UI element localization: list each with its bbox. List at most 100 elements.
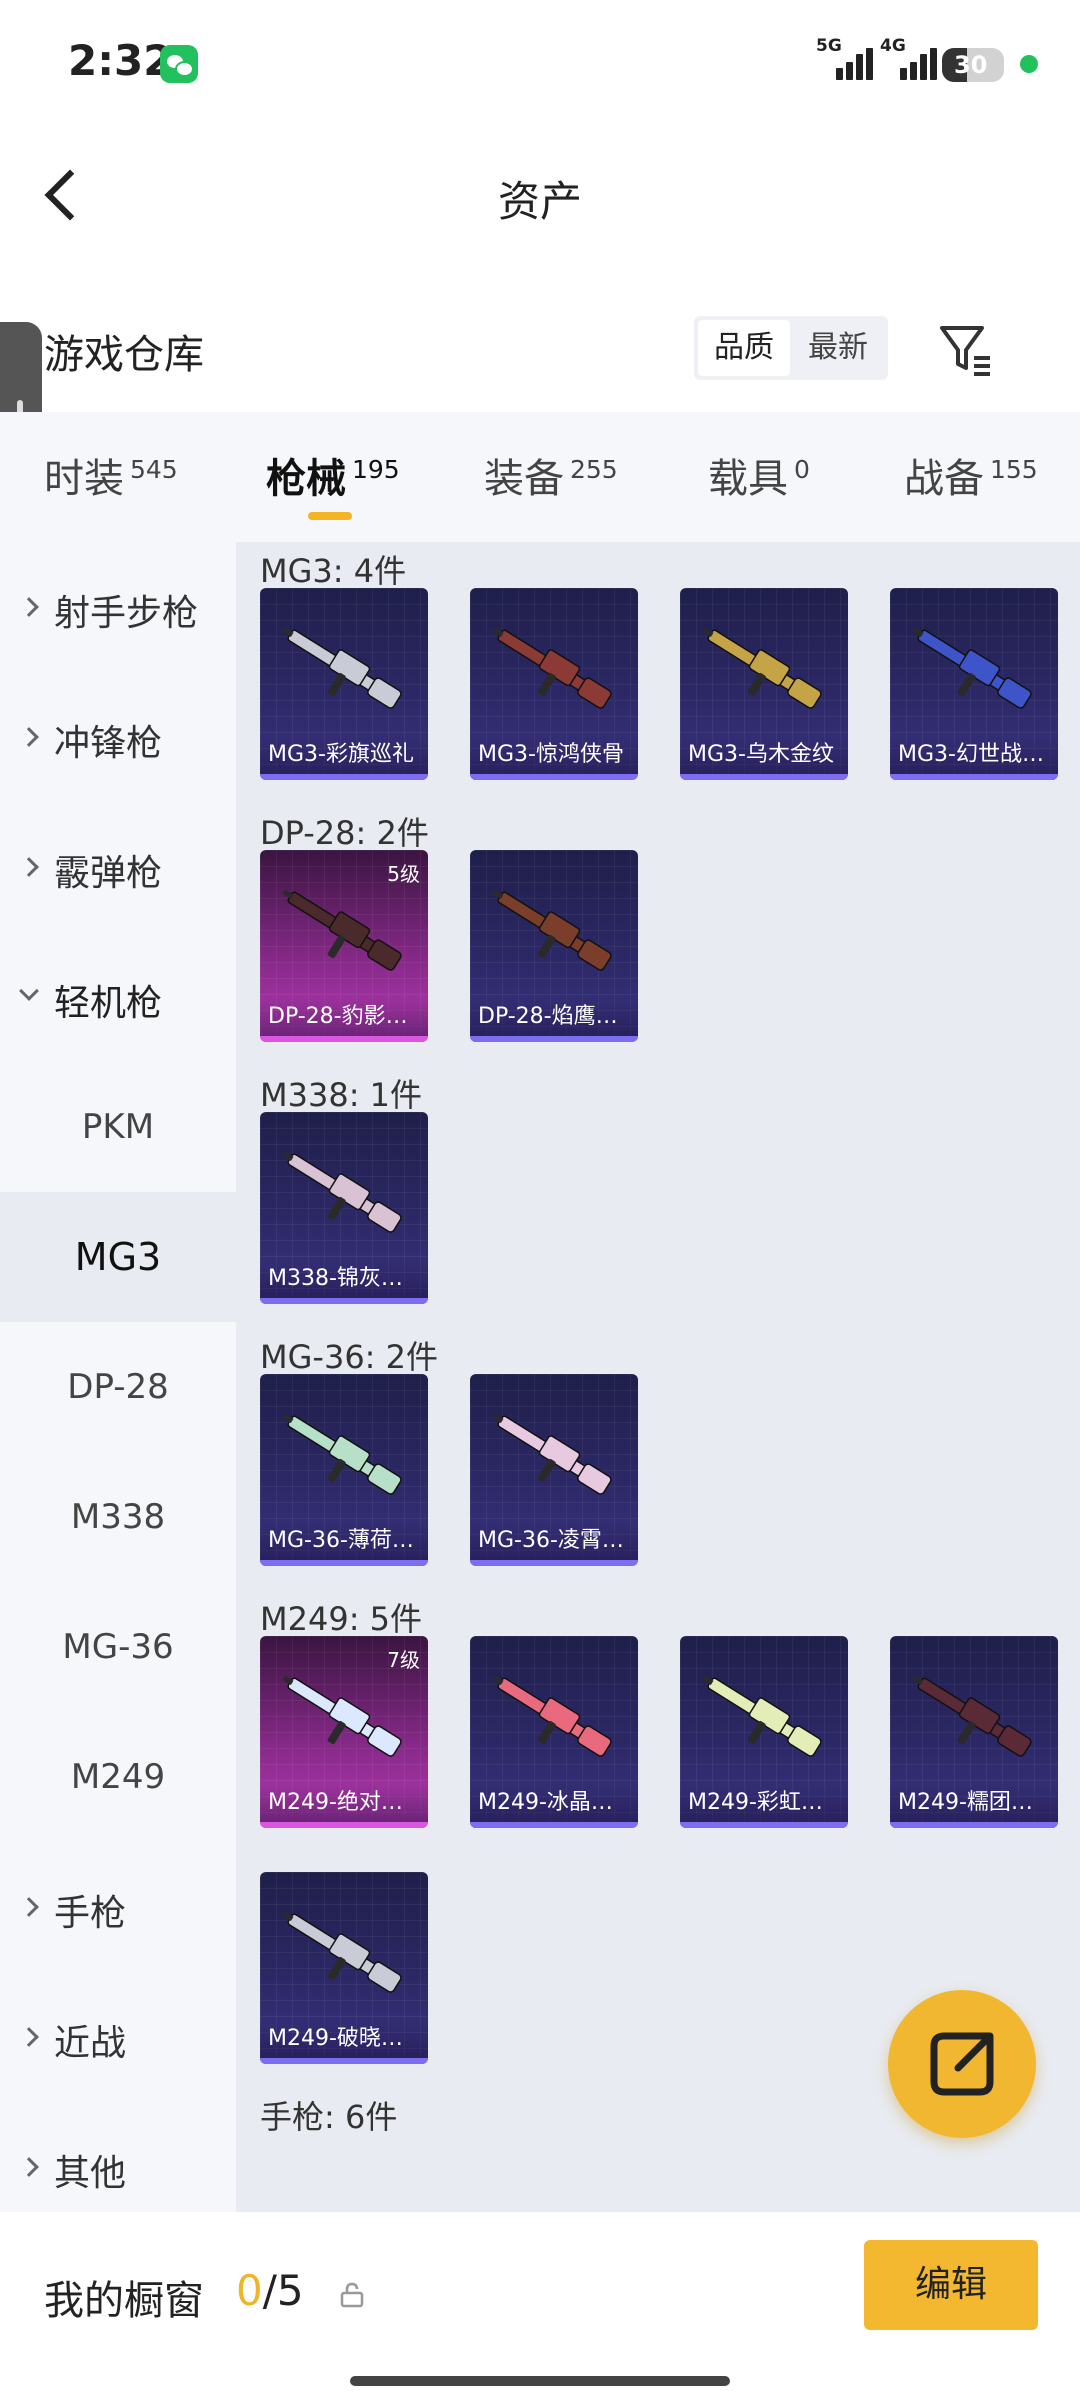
- item-grid: MG3: 4件 MG3-彩旗巡礼 MG3-惊鸿侠骨 MG3-乌木金纹 MG3-幻世战… D…: [236, 542, 1080, 2212]
- sidebar-item-melee[interactable]: 近战: [0, 1972, 236, 2102]
- weapon-icon: [282, 1413, 402, 1495]
- signal-5g-icon: 5G: [816, 36, 878, 80]
- weapon-skin-name: M249-彩虹…: [680, 1784, 848, 1822]
- group-title: MG3: 4件: [260, 552, 407, 590]
- showcase-count: 0/5: [236, 2266, 304, 2315]
- group-title: DP-28: 2件: [260, 814, 429, 852]
- weapon-icon: [492, 627, 612, 709]
- sidebar-item-smg[interactable]: 冲锋枪: [0, 672, 236, 802]
- weapon-skin-name: MG-36-凌霄…: [470, 1522, 638, 1560]
- weapon-skin-name: MG3-惊鸿侠骨: [470, 736, 638, 774]
- weapon-icon: [492, 1413, 612, 1495]
- weapon-icon: [702, 1675, 822, 1757]
- tab-supplies[interactable]: 战备 155: [904, 446, 1038, 504]
- weapon-icon: [282, 889, 402, 971]
- weapon-skin-name: DP-28-焰鹰…: [470, 998, 638, 1036]
- chevron-right-icon: [19, 597, 39, 617]
- sidebar-sub-m338[interactable]: M338: [0, 1452, 236, 1582]
- weapon-icon: [282, 1151, 402, 1233]
- weapon-skin-name: M249-绝对…: [260, 1784, 428, 1822]
- sidebar-item-pistol[interactable]: 手枪: [0, 1842, 236, 1972]
- rarity-bar: [680, 774, 848, 780]
- sort-by-quality[interactable]: 品质: [698, 320, 790, 376]
- page-title: 资产: [497, 177, 582, 226]
- sidebar-sub-mg3[interactable]: MG3: [0, 1192, 236, 1322]
- weapon-skin-name: MG3-幻世战…: [890, 736, 1058, 774]
- rarity-bar: [260, 1560, 428, 1566]
- rarity-bar: [260, 1298, 428, 1304]
- weapon-skin-card[interactable]: M249-彩虹…: [680, 1636, 848, 1828]
- group-title: M249: 5件: [260, 1600, 423, 1638]
- filter-icon[interactable]: [936, 320, 996, 380]
- sidebar-sub-mg36[interactable]: MG-36: [0, 1582, 236, 1712]
- weapon-skin-card[interactable]: 7级 M249-绝对…: [260, 1636, 428, 1828]
- status-bar: 2:32 5G 4G 30: [0, 0, 1080, 130]
- rarity-bar: [470, 1036, 638, 1042]
- weapon-icon: [282, 1675, 402, 1757]
- sidebar-item-lmg[interactable]: 轻机枪: [0, 932, 236, 1062]
- weapon-icon: [282, 1911, 402, 1993]
- sort-toggle: 品质 最新: [694, 316, 888, 380]
- weapon-skin-card[interactable]: MG-36-凌霄…: [470, 1374, 638, 1566]
- weapon-skin-card[interactable]: 5级 DP-28-豹影…: [260, 850, 428, 1042]
- weapon-skin-card[interactable]: DP-28-焰鹰…: [470, 850, 638, 1042]
- chevron-right-icon: [19, 1897, 39, 1917]
- rarity-bar: [890, 774, 1058, 780]
- chevron-right-icon: [19, 2027, 39, 2047]
- weapon-icon: [492, 1675, 612, 1757]
- weapon-skin-card[interactable]: MG3-乌木金纹: [680, 588, 848, 780]
- weapon-skin-card[interactable]: MG3-惊鸿侠骨: [470, 588, 638, 780]
- weapon-skin-card[interactable]: MG3-幻世战…: [890, 588, 1058, 780]
- tab-vehicles[interactable]: 载具 0: [708, 446, 810, 504]
- weapon-skin-card[interactable]: MG3-彩旗巡礼: [260, 588, 428, 780]
- rarity-bar: [260, 774, 428, 780]
- showcase-label: 我的橱窗: [44, 2278, 204, 2324]
- weapon-skin-card[interactable]: M338-锦灰…: [260, 1112, 428, 1304]
- weapon-icon: [912, 627, 1032, 709]
- chevron-right-icon: [19, 857, 39, 877]
- weapon-icon: [282, 627, 402, 709]
- status-time: 2:32: [68, 36, 173, 85]
- sidebar-sub-dp28[interactable]: DP-28: [0, 1322, 236, 1452]
- weapon-skin-name: MG3-乌木金纹: [680, 736, 848, 774]
- rarity-bar: [890, 1822, 1058, 1828]
- weapon-skin-name: M249-糯团…: [890, 1784, 1058, 1822]
- tab-equipment[interactable]: 装备 255: [484, 446, 618, 504]
- weapon-skin-name: M249-冰晶…: [470, 1784, 638, 1822]
- active-indicator-dot: [1020, 55, 1038, 73]
- chevron-right-icon: [19, 2157, 39, 2177]
- sidebar-item-shotgun[interactable]: 霰弹枪: [0, 802, 236, 932]
- rarity-bar: [470, 1560, 638, 1566]
- weapon-skin-card[interactable]: M249-冰晶…: [470, 1636, 638, 1828]
- wechat-icon: [160, 45, 198, 83]
- weapon-skin-card[interactable]: M249-破晓…: [260, 1872, 428, 2064]
- signal-4g-icon: 4G: [880, 36, 942, 80]
- tab-guns[interactable]: 枪械 195: [266, 446, 400, 504]
- sidebar-sub-pkm[interactable]: PKM: [0, 1062, 236, 1192]
- sort-by-newest[interactable]: 最新: [792, 320, 884, 376]
- weapon-skin-name: M249-破晓…: [260, 2020, 428, 2058]
- category-tabs: 时装 545 枪械 195 装备 255 载具 0 战备 155: [0, 412, 1080, 542]
- share-external-icon[interactable]: [888, 1990, 1036, 2138]
- weapon-type-sidebar: 射手步枪 冲锋枪 霰弹枪 轻机枪 PKM MG3 DP-28 M338 MG-3…: [0, 542, 236, 2212]
- sidebar-item-marksman[interactable]: 射手步枪: [0, 542, 236, 672]
- rarity-bar: [680, 1822, 848, 1828]
- edit-button[interactable]: 编辑: [864, 2240, 1038, 2330]
- weapon-skin-name: M338-锦灰…: [260, 1260, 428, 1298]
- group-title: MG-36: 2件: [260, 1338, 438, 1376]
- weapon-icon: [912, 1675, 1032, 1757]
- weapon-skin-card[interactable]: M249-糯团…: [890, 1636, 1058, 1828]
- weapon-skin-card[interactable]: MG-36-薄荷…: [260, 1374, 428, 1566]
- weapon-icon: [492, 889, 612, 971]
- sidebar-sub-m249[interactable]: M249: [0, 1712, 236, 1842]
- rarity-bar: [260, 1036, 428, 1042]
- active-tab-indicator: [308, 512, 352, 520]
- warehouse-title: 游戏仓库: [44, 332, 204, 378]
- home-indicator[interactable]: [350, 2376, 730, 2386]
- rarity-bar: [470, 774, 638, 780]
- lock-icon: [340, 2282, 364, 2308]
- item-level-badge: 7级: [387, 1648, 420, 1672]
- battery-icon: 30: [942, 48, 1004, 82]
- weapon-skin-name: DP-28-豹影…: [260, 998, 428, 1036]
- tab-fashion[interactable]: 时装 545: [44, 446, 178, 504]
